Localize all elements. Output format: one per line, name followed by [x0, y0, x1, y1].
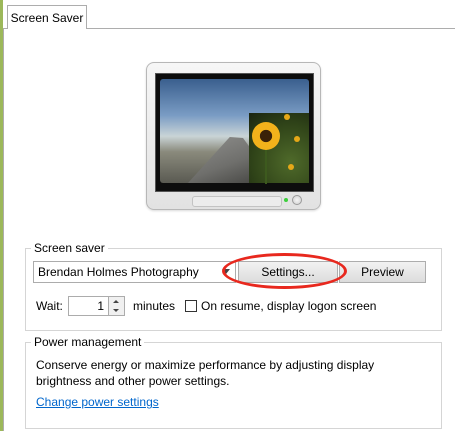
power-description: Conserve energy or maximize performance …	[36, 358, 375, 388]
minutes-label: minutes	[133, 299, 176, 313]
wait-minutes-input[interactable]: 1	[68, 296, 109, 316]
spin-down-icon[interactable]	[109, 306, 124, 315]
preview-button-label: Preview	[361, 265, 404, 279]
tab-screen-saver[interactable]: Screen Saver	[7, 5, 87, 29]
change-power-settings-link[interactable]: Change power settings	[36, 395, 159, 409]
panel-left-border	[3, 28, 4, 431]
preview-screen	[155, 73, 314, 192]
sunflower	[252, 122, 280, 150]
flower-bud	[288, 164, 294, 170]
chevron-down-icon	[222, 269, 230, 274]
wait-label: Wait:	[36, 299, 63, 313]
wait-minutes-spinner[interactable]	[109, 296, 125, 316]
monitor-bezel-bar	[192, 196, 282, 207]
flower-bud	[284, 114, 290, 120]
resume-logon-label[interactable]: On resume, display logon screen	[201, 299, 376, 313]
tab-label: Screen Saver	[10, 10, 84, 25]
power-button-icon	[292, 195, 302, 205]
resume-logon-checkbox[interactable]	[185, 300, 197, 312]
power-led-icon	[284, 198, 288, 202]
screen-saver-selected: Brendan Holmes Photography	[38, 265, 199, 279]
screen-saver-group-label: Screen saver	[31, 241, 108, 255]
flower-stem	[265, 148, 267, 184]
monitor-preview	[146, 62, 321, 210]
spin-up-icon[interactable]	[109, 297, 124, 306]
settings-button[interactable]: Settings...	[238, 261, 338, 283]
screen-saver-select[interactable]: Brendan Holmes Photography	[33, 261, 236, 283]
settings-button-label: Settings...	[261, 265, 315, 279]
preview-button[interactable]: Preview	[339, 261, 426, 283]
flower-bud	[294, 136, 300, 142]
wait-minutes-value: 1	[97, 299, 104, 313]
power-management-group-label: Power management	[31, 335, 145, 349]
